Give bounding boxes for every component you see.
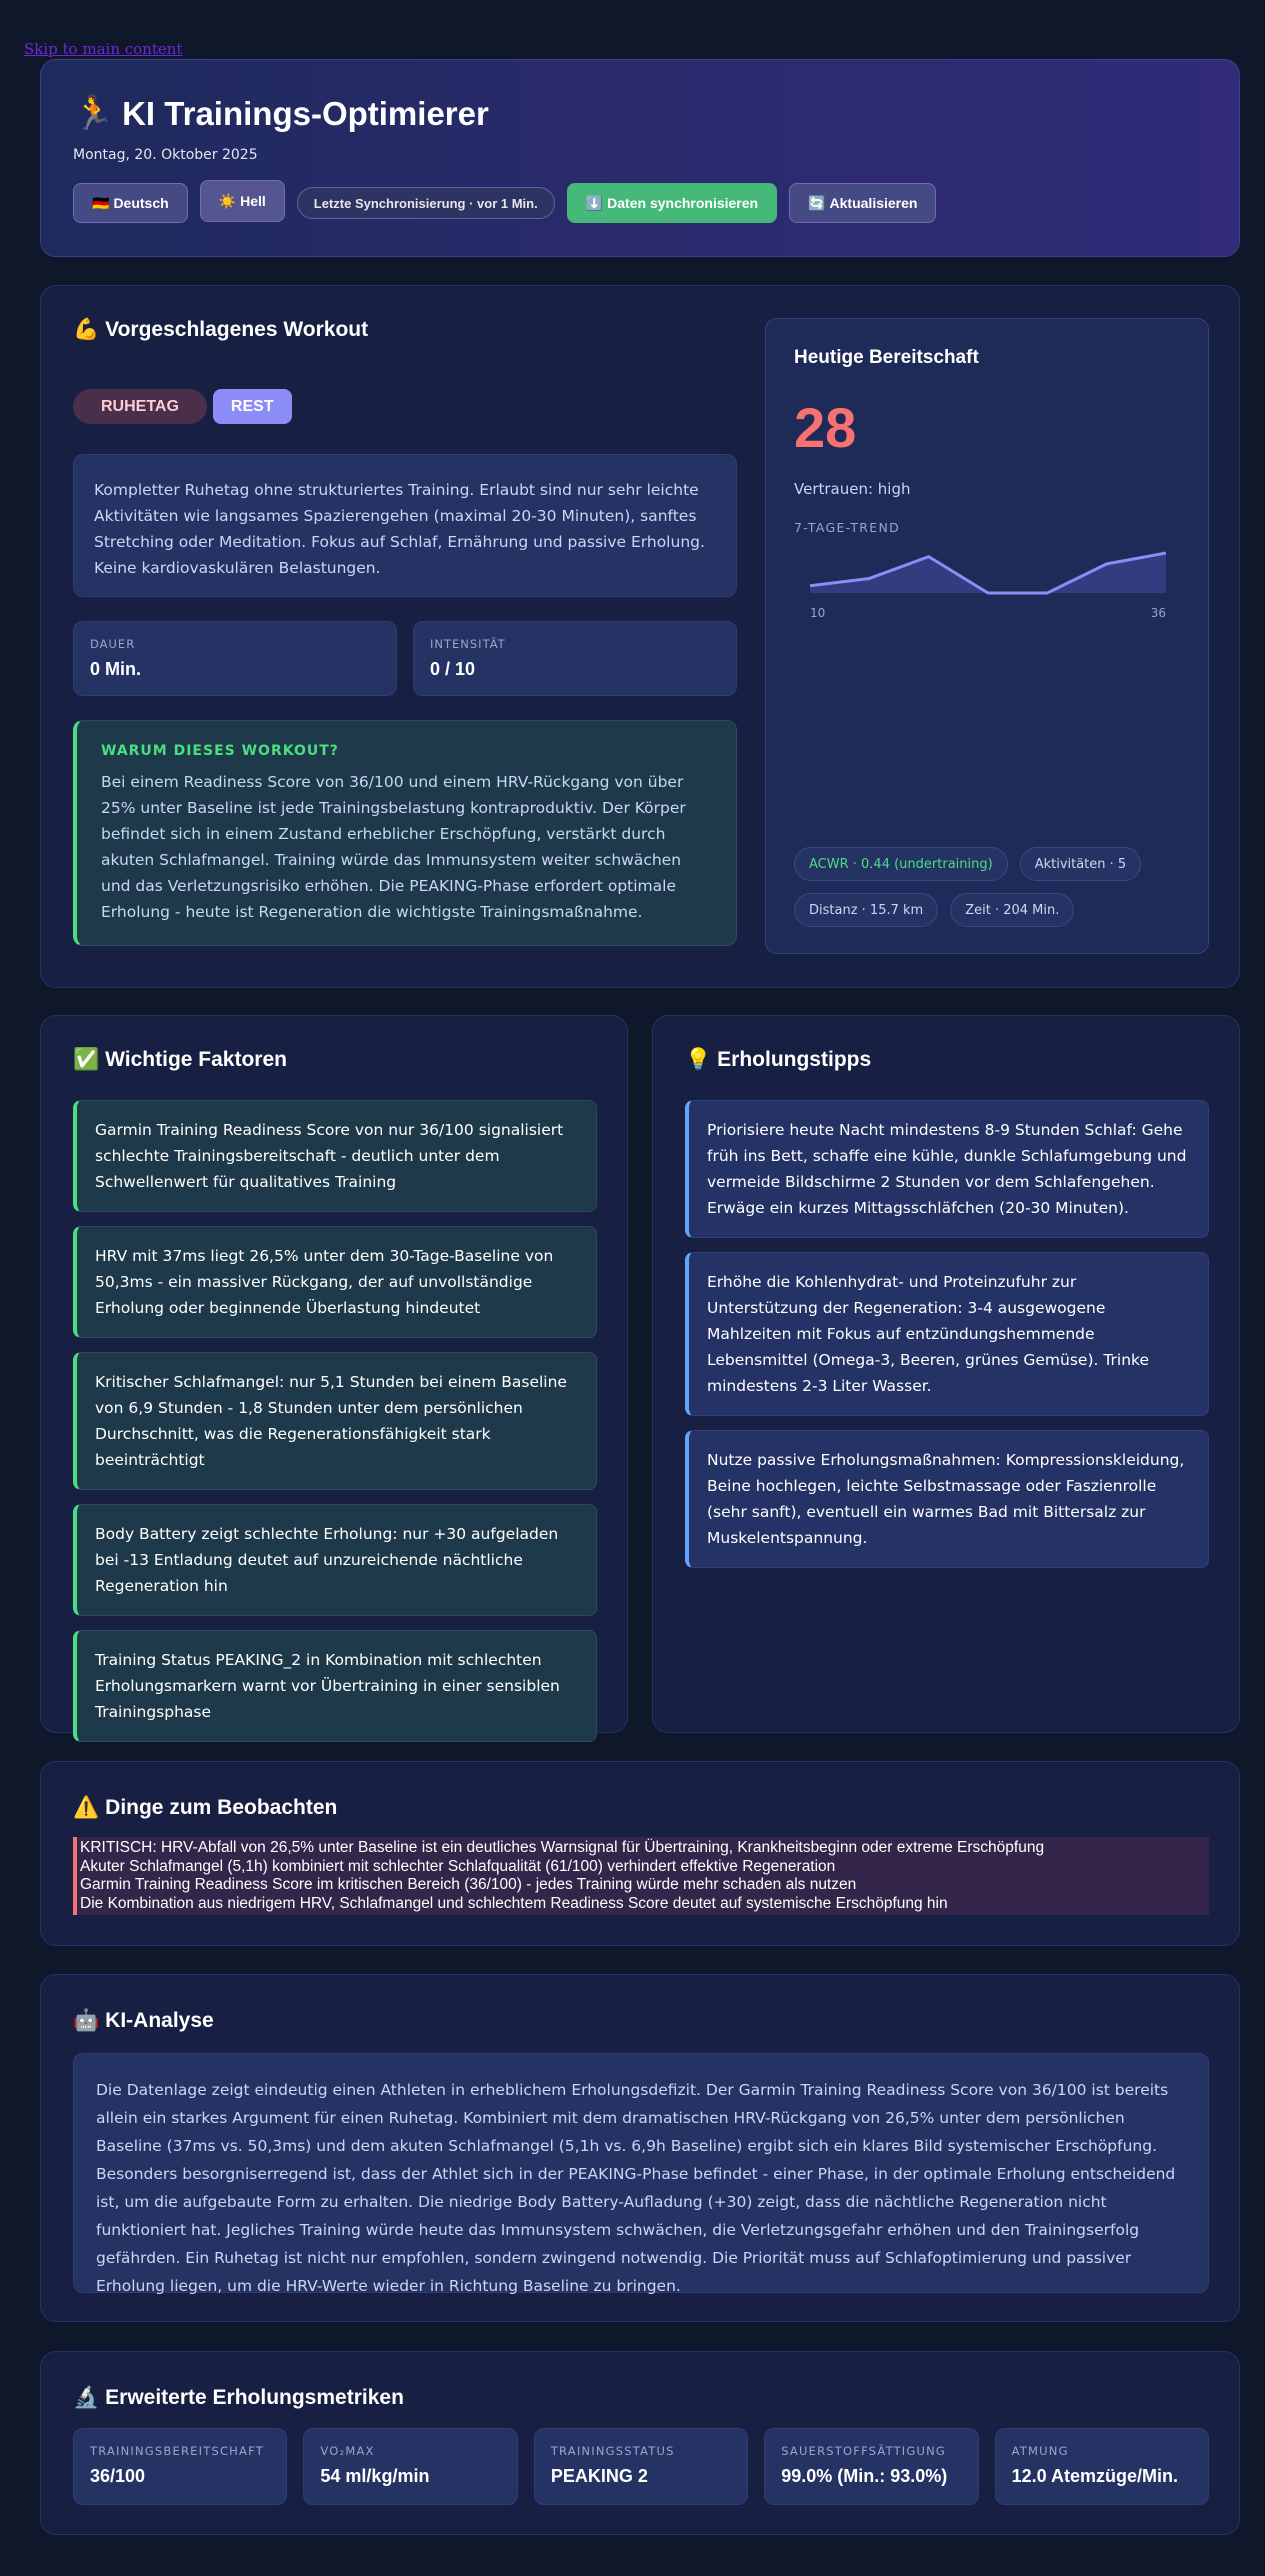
sun-icon: ☀️ bbox=[218, 192, 237, 209]
light-bulb-icon: 💡 bbox=[685, 1048, 712, 1071]
factors-section: ✅ Wichtige Faktoren Garmin Training Read… bbox=[40, 1015, 628, 1742]
workout-title: 💪 Vorgeschlagenes Workout bbox=[73, 318, 369, 341]
refresh-icon: 🔄 bbox=[808, 194, 826, 211]
intensity-label: INTENSITÄT bbox=[430, 637, 506, 651]
watch-list: KRITISCH: HRV-Abfall von 26,5% unter Bas… bbox=[73, 1837, 1209, 1915]
duration-stat: DAUER 0 Min. bbox=[73, 621, 397, 696]
trend-label: 7-TAGE-TREND bbox=[794, 520, 901, 535]
language-button[interactable]: 🇩🇪 Deutsch bbox=[73, 183, 188, 223]
readiness-panel: Heutige Bereitschaft 28 Vertrauen: high … bbox=[765, 318, 1209, 954]
analysis-text: Die Datenlage zeigt eindeutig einen Athl… bbox=[73, 2053, 1209, 2295]
metric-value: PEAKING 2 bbox=[550, 2466, 648, 2486]
trend-chart: 10 36 bbox=[810, 551, 1166, 620]
metric-label: ATMUNG bbox=[1011, 2444, 1069, 2458]
workout-type-tag: RUHETAG bbox=[73, 389, 207, 424]
factor-item: Training Status PEAKING_2 in Kombination… bbox=[73, 1630, 597, 1742]
flexed-biceps-icon: 💪 bbox=[73, 318, 100, 341]
trend-area bbox=[810, 553, 1166, 593]
ai-analysis-section: 🤖 KI-Analyse Die Datenlage zeigt eindeut… bbox=[40, 1974, 1240, 2322]
activities-chip: Aktivitäten · 5 bbox=[1019, 847, 1142, 881]
watch-section: ⚠️ Dinge zum Beobachten KRITISCH: HRV-Ab… bbox=[40, 1761, 1240, 1946]
metric-card: ATMUNG 12.0 Atemzüge/Min. bbox=[994, 2428, 1210, 2505]
app-header: 🏃 KI Trainings-Optimierer Montag, 20. Ok… bbox=[40, 59, 1240, 257]
warning-icon: ⚠️ bbox=[73, 1796, 100, 1819]
metric-label: TRAININGSSTATUS bbox=[550, 2444, 675, 2458]
metric-card: SAUERSTOFFSÄTTIGUNG 99.0% (Min.: 93.0%) bbox=[764, 2428, 979, 2505]
trend-start-label: 10 bbox=[810, 606, 825, 620]
rationale-text: Bei einem Readiness Score von 36/100 und… bbox=[101, 773, 686, 921]
sync-data-button[interactable]: ⬇️ Daten synchronisieren bbox=[566, 183, 778, 223]
check-mark-icon: ✅ bbox=[73, 1048, 100, 1071]
refresh-button[interactable]: 🔄 Aktualisieren bbox=[789, 183, 937, 223]
metric-value: 12.0 Atemzüge/Min. bbox=[1011, 2466, 1178, 2486]
metric-label: TRAININGSBEREITSCHAFT bbox=[90, 2444, 264, 2458]
metric-label: VO₂MAX bbox=[320, 2444, 375, 2458]
watch-item: Akuter Schlafmangel (5,1h) kombiniert mi… bbox=[80, 1857, 836, 1875]
distance-chip: Distanz · 15.7 km bbox=[794, 893, 939, 927]
watch-item: KRITISCH: HRV-Abfall von 26,5% unter Bas… bbox=[80, 1839, 1045, 1856]
workout-section: 💪 Vorgeschlagenes Workout RUHETAG REST K… bbox=[40, 285, 1240, 988]
metrics-title: 🔬 Erweiterte Erholungsmetriken bbox=[73, 2386, 404, 2409]
factors-title: ✅ Wichtige Faktoren bbox=[73, 1048, 287, 1071]
microscope-icon: 🔬 bbox=[73, 2386, 100, 2409]
theme-toggle-button[interactable]: ☀️ Hell bbox=[199, 180, 285, 222]
factor-item: HRV mit 37ms liegt 26,5% unter dem 30-Ta… bbox=[73, 1226, 597, 1338]
intensity-value: 0 / 10 bbox=[430, 659, 476, 679]
metric-card: TRAININGSSTATUS PEAKING 2 bbox=[533, 2428, 749, 2505]
current-date: Montag, 20. Oktober 2025 bbox=[73, 147, 258, 163]
download-icon: ⬇️ bbox=[585, 194, 604, 211]
trend-end-label: 36 bbox=[1151, 606, 1166, 620]
tip-item: Nutze passive Erholungsmaßnahmen: Kompre… bbox=[685, 1430, 1209, 1568]
workout-description: Kompletter Ruhetag ohne strukturiertes T… bbox=[73, 454, 737, 597]
skip-to-main-link[interactable]: Skip to main content bbox=[24, 40, 182, 58]
duration-label: DAUER bbox=[90, 637, 136, 651]
factor-item: Body Battery zeigt schlechte Erholung: n… bbox=[73, 1504, 597, 1616]
time-chip: Zeit · 204 Min. bbox=[950, 893, 1075, 927]
watch-item: Garmin Training Readiness Score im kriti… bbox=[80, 1876, 857, 1893]
watch-item: Die Kombination aus niedrigem HRV, Schla… bbox=[80, 1894, 948, 1912]
analysis-title: 🤖 KI-Analyse bbox=[73, 2009, 214, 2032]
metric-value: 36/100 bbox=[90, 2466, 146, 2486]
factor-item: Garmin Training Readiness Score von nur … bbox=[73, 1100, 597, 1212]
metric-value: 54 ml/kg/min bbox=[320, 2466, 430, 2486]
metric-card: TRAININGSBEREITSCHAFT 36/100 bbox=[73, 2428, 288, 2505]
app-title: 🏃 KI Trainings-Optimierer bbox=[73, 94, 489, 132]
sync-status-badge: Letzte Synchronisierung · vor 1 Min. bbox=[296, 187, 555, 219]
recovery-metrics-section: 🔬 Erweiterte Erholungsmetriken TRAININGS… bbox=[40, 2351, 1240, 2535]
readiness-score: 28 bbox=[794, 396, 857, 459]
workout-type-tag-en: REST bbox=[212, 389, 292, 424]
metric-card: VO₂MAX 54 ml/kg/min bbox=[303, 2428, 518, 2505]
tips-title: 💡 Erholungstipps bbox=[685, 1048, 872, 1071]
runner-icon: 🏃 bbox=[73, 94, 115, 131]
metric-value: 99.0% (Min.: 93.0%) bbox=[781, 2466, 948, 2486]
duration-value: 0 Min. bbox=[90, 659, 142, 679]
factor-item: Kritischer Schlafmangel: nur 5,1 Stunden… bbox=[73, 1352, 597, 1490]
readiness-confidence: Vertrauen: high bbox=[794, 480, 911, 498]
german-flag-icon: 🇩🇪 bbox=[92, 194, 110, 211]
acwr-chip: ACWR · 0.44 (undertraining) bbox=[794, 847, 1008, 881]
workout-rationale: WARUM DIESES WORKOUT? Bei einem Readines… bbox=[73, 720, 737, 946]
tip-item: Erhöhe die Kohlenhydrat- und Proteinzufu… bbox=[685, 1252, 1209, 1416]
intensity-stat: INTENSITÄT 0 / 10 bbox=[413, 621, 737, 696]
rationale-title: WARUM DIESES WORKOUT? bbox=[101, 743, 339, 759]
recovery-tips-section: 💡 Erholungstipps Priorisiere heute Nacht… bbox=[652, 1015, 1240, 1733]
robot-icon: 🤖 bbox=[73, 2009, 100, 2032]
readiness-title: Heutige Bereitschaft bbox=[794, 347, 979, 368]
tip-item: Priorisiere heute Nacht mindestens 8-9 S… bbox=[685, 1100, 1209, 1238]
metric-label: SAUERSTOFFSÄTTIGUNG bbox=[781, 2444, 947, 2458]
watch-title: ⚠️ Dinge zum Beobachten bbox=[73, 1796, 338, 1819]
